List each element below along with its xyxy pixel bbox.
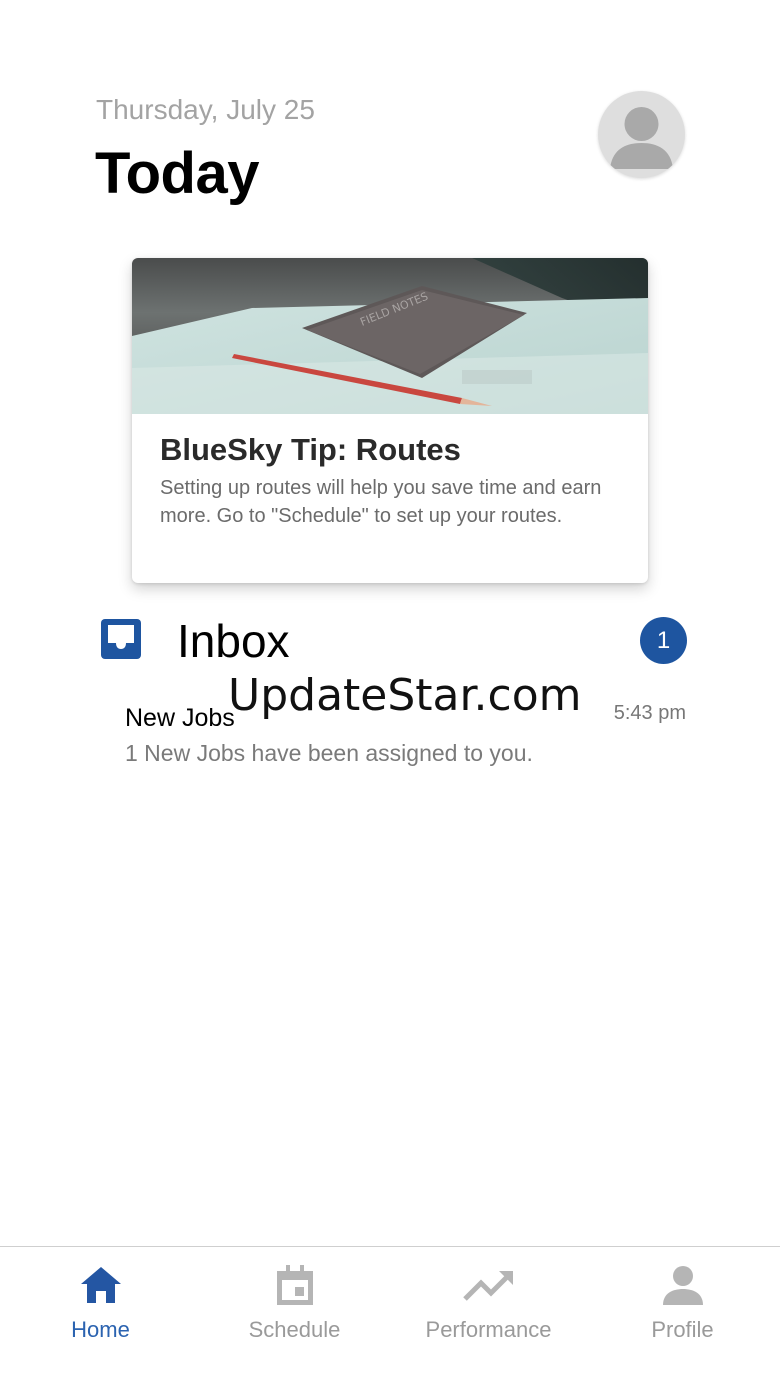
message-sender: New Jobs: [125, 704, 235, 732]
tab-performance-label: Performance: [425, 1317, 552, 1342]
inbox-unread-badge: 1: [640, 617, 687, 664]
tip-card-title: BlueSky Tip: Routes: [160, 432, 461, 467]
tab-home-label: Home: [71, 1317, 130, 1342]
message-time: 5:43 pm: [613, 702, 686, 724]
avatar-person-icon: [610, 107, 673, 169]
date-label: Thursday, July 25: [96, 94, 315, 125]
tab-schedule[interactable]: Schedule: [197, 1247, 392, 1387]
home-icon: [80, 1267, 121, 1303]
tip-card-image: FIELD NOTES: [132, 258, 648, 414]
avatar-button[interactable]: [598, 91, 685, 178]
inbox-icon: [101, 619, 141, 659]
person-icon: [662, 1266, 703, 1305]
tab-profile-label: Profile: [651, 1317, 714, 1342]
calendar-icon: [276, 1265, 313, 1305]
watermark-text: UpdateStar.com: [228, 670, 582, 721]
page-title: Today: [95, 141, 260, 206]
tip-card-body: Setting up routes will help you save tim…: [160, 477, 602, 527]
tab-performance[interactable]: Performance: [391, 1247, 586, 1387]
tip-card[interactable]: FIELD NOTES BlueSky Tip: Routes Setting …: [132, 258, 648, 583]
inbox-title: Inbox: [177, 615, 290, 667]
home-screen: Thursday, July 25 Today FIELD NOTES Blue…: [0, 0, 780, 1387]
bottom-tab-bar: Home Schedule Performance Profile: [0, 1246, 780, 1387]
tab-home[interactable]: Home: [3, 1247, 198, 1387]
message-preview: 1 New Jobs have been assigned to you.: [125, 740, 533, 766]
tab-schedule-label: Schedule: [248, 1317, 341, 1342]
tab-profile[interactable]: Profile: [585, 1247, 780, 1387]
trending-up-icon: [462, 1271, 513, 1301]
